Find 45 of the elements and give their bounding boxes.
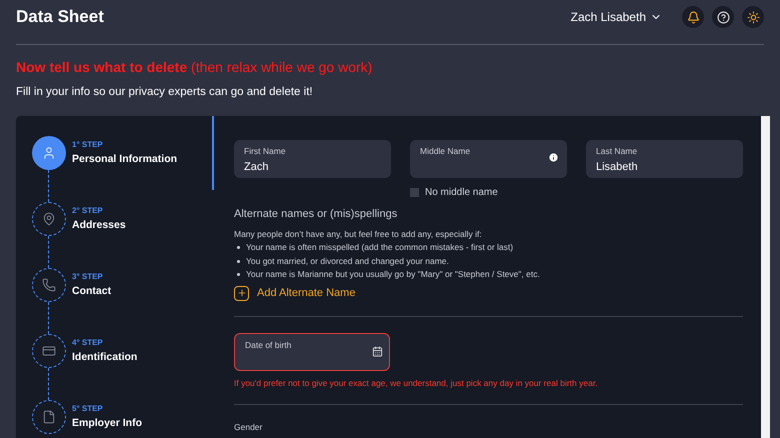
help-bullet: Your name is often misspelled (add the common mistakes - first or last) [246,241,514,254]
help-bullet: Your name is Marianne but you usually go by "Mary" or "Stephen / Steve", etc. [246,268,540,282]
help-text: Many people don’t have any, but feel free to add any, especially if: [234,228,483,241]
card-icon [42,344,56,358]
calendar-icon[interactable] [372,346,383,358]
name-field[interactable]: First Name Zach [234,140,391,178]
user-menu[interactable]: Zach Lisabeth [570,8,662,26]
step-label[interactable]: Addresses [72,217,126,234]
date-hint: If you'd prefer not to give your exact age, we understand, just pick any day in your real birth year. [234,377,599,390]
bullet-icon [237,246,240,250]
checkbox[interactable] [410,188,419,198]
phone-icon [42,278,56,292]
help-bullet: You got married, or divorced and changed your name. [246,254,449,268]
bell-icon [686,10,700,24]
step-label[interactable]: Personal Information [72,151,178,168]
notifications-button[interactable] [682,6,704,28]
help-icon [716,10,730,24]
bullet-icon [237,260,240,263]
sun-icon [746,10,760,24]
step-number: 5° STEP [72,403,104,416]
step-number: 2° STEP [72,205,104,218]
step-number: 1° STEP [72,139,104,152]
step-label[interactable]: Contact [72,283,112,300]
checkbox-label: No middle name [425,186,498,200]
plus-icon [234,286,249,300]
bullet-icon [237,273,240,276]
name-field[interactable]: Last Name Lisabeth [586,140,743,178]
page-title: Data Sheet [16,6,104,28]
step-number: 4° STEP [72,337,104,350]
help-button[interactable] [712,6,734,28]
section-title: Alternate names or (mis)spellings [234,207,398,222]
step-label[interactable]: Employer Info [72,415,142,432]
headline: Now tell us what to delete (then relax while we go work) [16,59,372,75]
map-pin-icon [42,212,56,226]
step-label[interactable]: Identification [72,349,138,366]
info-icon[interactable] [548,152,559,164]
theme-button[interactable] [742,6,764,28]
date-of-birth-field[interactable]: Date of birth [234,333,390,372]
document-icon [42,410,56,424]
person-icon [42,146,56,160]
gender-label: Gender [234,421,264,434]
step-number: 3° STEP [72,271,104,284]
add-alternate-name-button[interactable]: Add Alternate Name [234,284,356,302]
name-field[interactable]: Middle Name [410,140,567,178]
subtitle: Fill in your info so our privacy experts can go and delete it! [16,85,314,100]
